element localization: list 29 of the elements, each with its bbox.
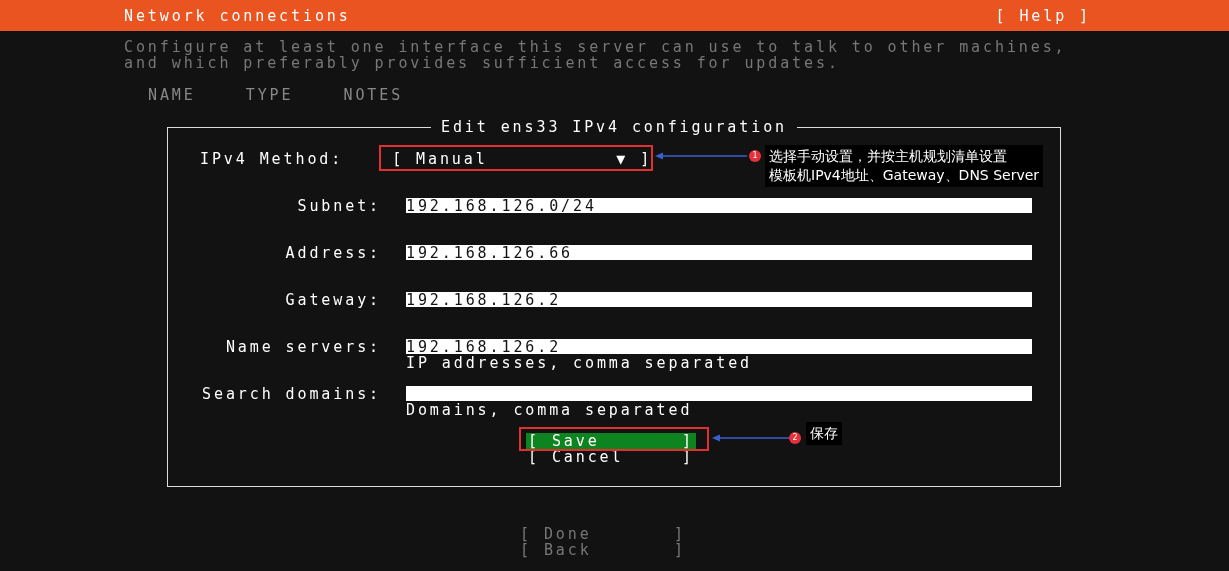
input-field[interactable]: 192.168.126.2 bbox=[406, 292, 1032, 307]
dialog-title: Edit ens33 IPv4 configuration bbox=[431, 119, 797, 135]
footer-button[interactable]: [ Back ] bbox=[520, 542, 686, 558]
method-dropdown[interactable]: [ Manual ▼ ] bbox=[392, 151, 653, 167]
column-header: NAME bbox=[148, 87, 196, 103]
screen-title: Network connections bbox=[124, 7, 351, 24]
field-label: Name servers: bbox=[224, 339, 381, 355]
field-hint: IP addresses, comma separated bbox=[406, 355, 753, 371]
input-field[interactable]: 192.168.126.0/24 bbox=[406, 198, 1032, 213]
field-label: Gateway: bbox=[284, 292, 381, 308]
intro-text: and which preferably provides sufficient access for updates. bbox=[124, 55, 841, 71]
column-header: TYPE bbox=[245, 87, 294, 103]
step-badge: 2 bbox=[789, 432, 801, 444]
input-field[interactable] bbox=[406, 386, 1032, 401]
annotation-note: 选择手动设置，并按主机规划清单设置 模板机IPv4地址、Gateway、DNS Server bbox=[765, 145, 1044, 187]
help-button[interactable]: [ Help ] bbox=[995, 7, 1091, 24]
field-label: Address: bbox=[284, 245, 381, 261]
column-header: NOTES bbox=[343, 87, 404, 103]
field-label: Subnet: bbox=[296, 198, 381, 214]
input-field[interactable]: 192.168.126.66 bbox=[406, 245, 1032, 260]
annotation-note: 保存 bbox=[806, 422, 842, 445]
footer-button[interactable]: [ Done ] bbox=[520, 526, 686, 542]
input-field[interactable]: 192.168.126.2 bbox=[406, 339, 1032, 354]
dialog-button[interactable]: [ Save ] bbox=[526, 433, 696, 449]
field-hint: Domains, comma separated bbox=[406, 402, 694, 418]
step-badge: 1 bbox=[749, 150, 761, 162]
field-label: Search domains: bbox=[201, 386, 381, 402]
field-label: IPv4 Method: bbox=[200, 151, 344, 167]
intro-text: Configure at least one interface this server can use to talk to other machines, bbox=[124, 39, 1068, 55]
